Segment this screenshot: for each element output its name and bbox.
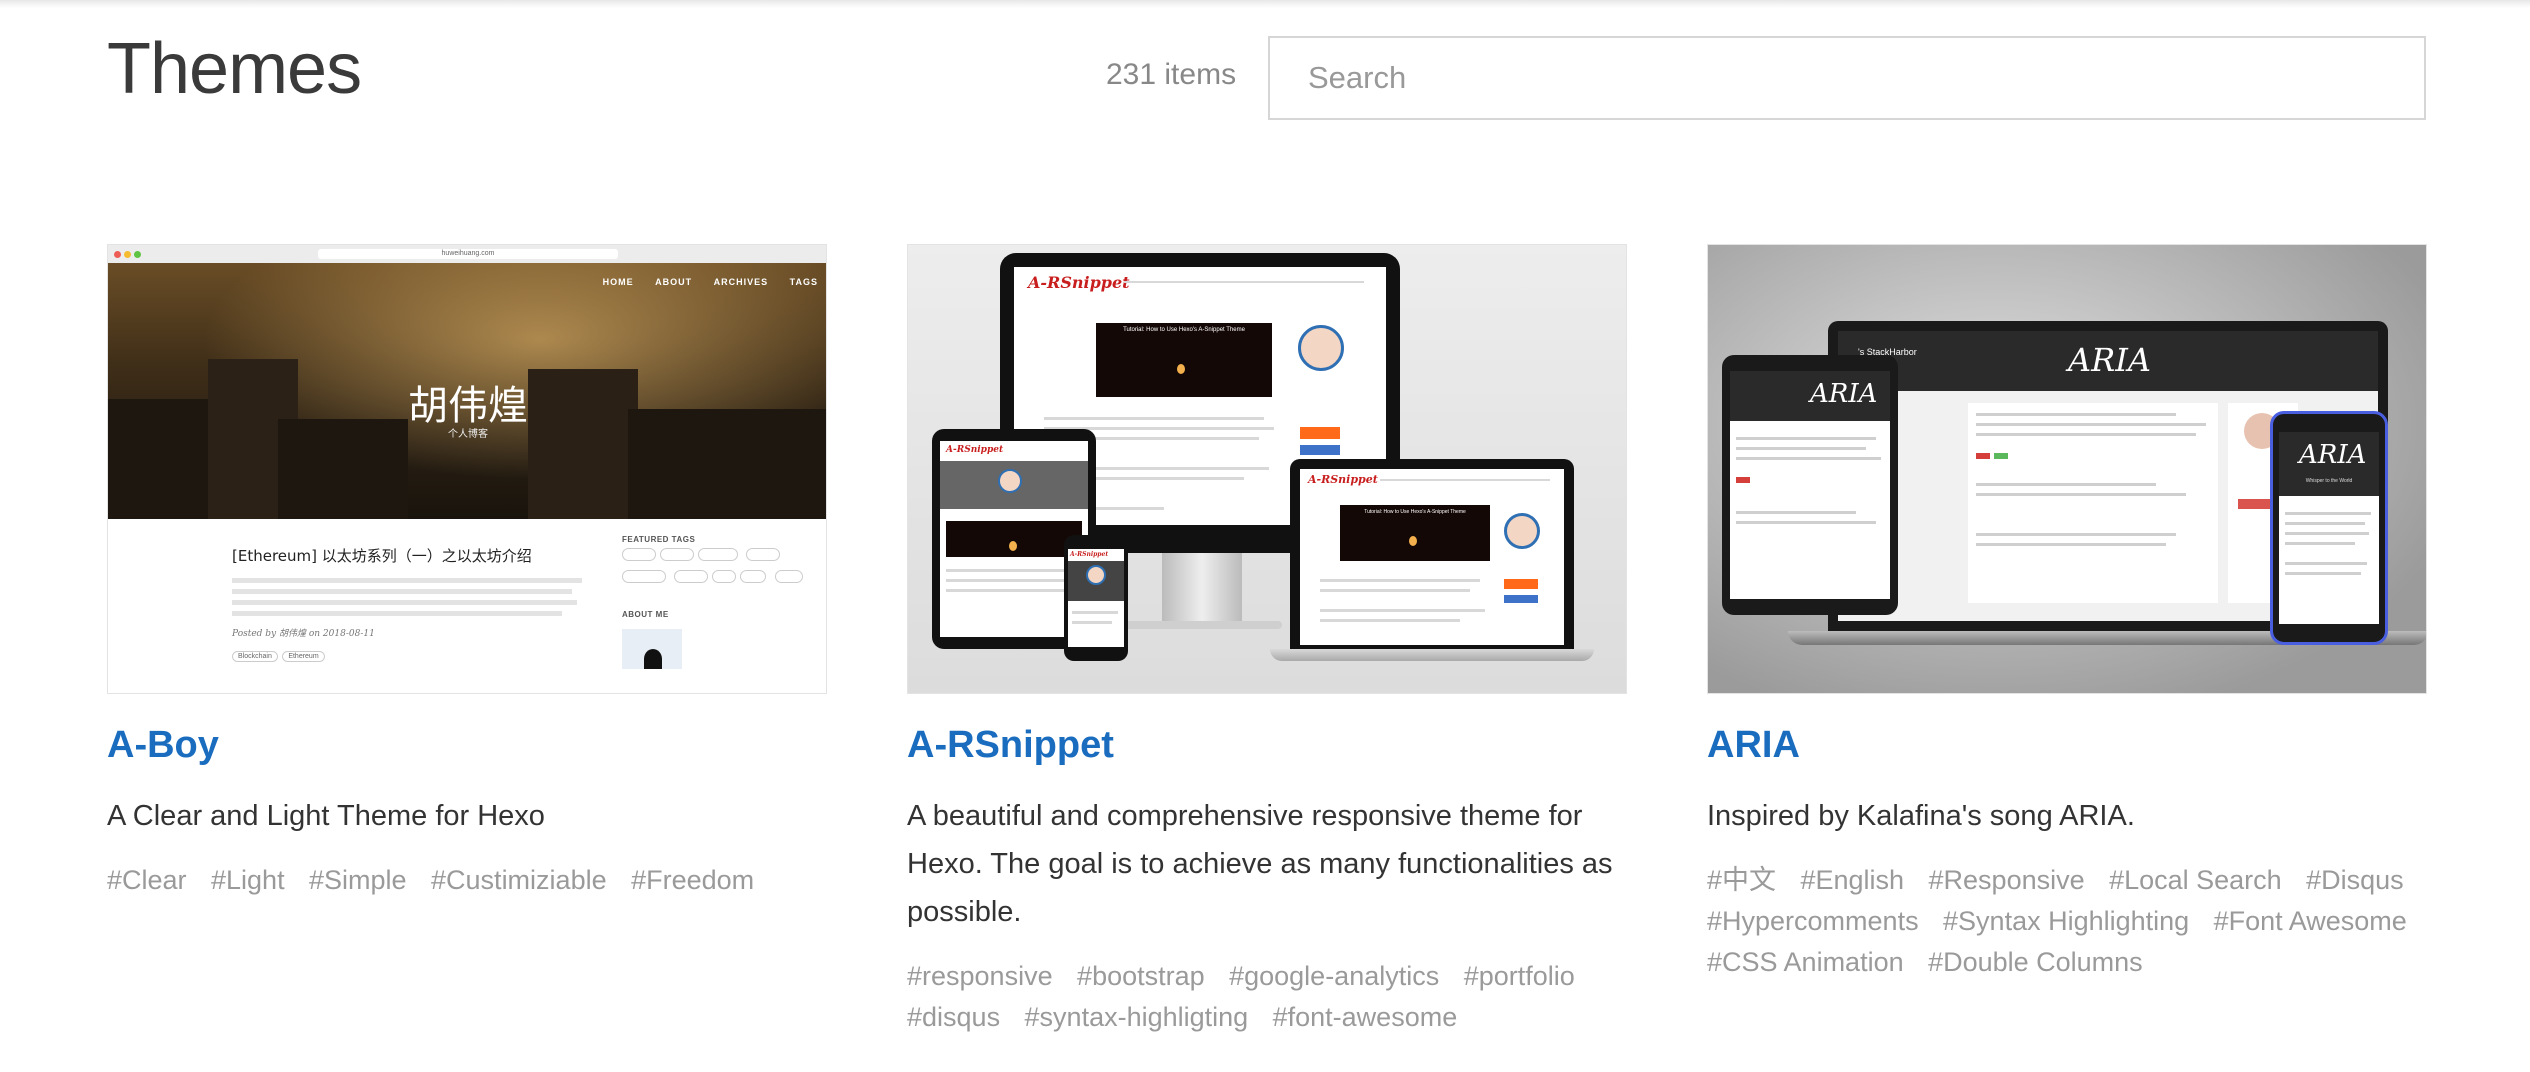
tag[interactable]: #CSS Animation bbox=[1707, 944, 1904, 980]
tag[interactable]: #Local Search bbox=[2109, 862, 2282, 898]
theme-title-link[interactable]: A-RSnippet bbox=[907, 720, 1627, 770]
tag[interactable]: #Freedom bbox=[631, 862, 754, 898]
tag[interactable]: #Double Columns bbox=[1928, 944, 2143, 980]
phone: ARIA Whisper to the World bbox=[2270, 411, 2388, 645]
hero-subtitle: 个人博客 bbox=[448, 429, 488, 440]
tag[interactable]: #Disqus bbox=[2306, 862, 2404, 898]
theme-title-link[interactable]: A-Boy bbox=[107, 720, 827, 770]
tag[interactable]: #bootstrap bbox=[1077, 958, 1205, 994]
preview-post-meta: Posted by 胡伟煌 on 2018-08-11 bbox=[232, 629, 375, 639]
tag[interactable]: #google-analytics bbox=[1229, 958, 1439, 994]
tag[interactable]: #中文 bbox=[1707, 862, 1776, 898]
theme-card-a-boy: huweihuang.com HOME ABOUT ARCHIVES TAGS … bbox=[107, 244, 827, 903]
theme-tags: #中文 #English #Responsive #Local Search #… bbox=[1707, 862, 2427, 985]
tag[interactable]: #portfolio bbox=[1464, 958, 1575, 994]
laptop: A-RSnippet Tutorial: How to Use Hexo's A… bbox=[1290, 459, 1574, 649]
hero-title: 胡伟煌 bbox=[408, 383, 528, 429]
tag[interactable]: #Custimiziable bbox=[431, 862, 607, 898]
tag[interactable]: #Clear bbox=[107, 862, 187, 898]
preview-post: [Ethereum] 以太坊系列（一）之以太坊介绍 Posted by 胡伟煌 … bbox=[232, 545, 592, 663]
theme-card-aria: ARIA 's StackHarbor ARIA ARIA Whisper to… bbox=[1707, 244, 2427, 985]
tag[interactable]: #English bbox=[1800, 862, 1904, 898]
tag[interactable]: #Responsive bbox=[1929, 862, 2085, 898]
theme-preview-aria[interactable]: ARIA 's StackHarbor ARIA ARIA Whisper to… bbox=[1707, 244, 2427, 694]
page-title: Themes bbox=[107, 29, 362, 109]
tag[interactable]: #Simple bbox=[309, 862, 407, 898]
search-input[interactable] bbox=[1268, 36, 2426, 120]
tag[interactable]: #Light bbox=[211, 862, 285, 898]
preview-nav: HOME ABOUT ARCHIVES TAGS bbox=[602, 277, 818, 287]
device-mockup: A-RSnippet Tutorial: How to Use Hexo's A… bbox=[908, 245, 1626, 693]
theme-description: A beautiful and comprehensive responsive… bbox=[907, 800, 1613, 928]
tag[interactable]: #Syntax Highlighting bbox=[1943, 903, 2189, 939]
theme-description: Inspired by Kalafina's song ARIA. bbox=[1707, 800, 2135, 832]
preview-sidebar: FEATURED TAGS ABOUT ME bbox=[622, 535, 822, 669]
avatar bbox=[622, 629, 682, 669]
theme-preview-a-boy[interactable]: huweihuang.com HOME ABOUT ARCHIVES TAGS … bbox=[107, 244, 827, 694]
theme-tags: #responsive #bootstrap #google-analytics… bbox=[907, 958, 1627, 1040]
theme-title-link[interactable]: ARIA bbox=[1707, 720, 2427, 770]
hero-banner: HOME ABOUT ARCHIVES TAGS 胡伟煌 个人博客 bbox=[108, 263, 826, 519]
tag[interactable]: #responsive bbox=[907, 958, 1053, 994]
tablet: ARIA bbox=[1722, 355, 1898, 615]
page-header: Themes 231 items bbox=[0, 0, 2530, 130]
tag[interactable]: #font-awesome bbox=[1273, 999, 1458, 1035]
phone: A-RSnippet bbox=[1064, 535, 1128, 661]
theme-description: A Clear and Light Theme for Hexo bbox=[107, 800, 545, 832]
preview-post-title: [Ethereum] 以太坊系列（一）之以太坊介绍 bbox=[232, 547, 532, 565]
tag[interactable]: #syntax-highligting bbox=[1025, 999, 1249, 1035]
item-count: 231 items bbox=[1106, 58, 1237, 91]
browser-toolbar: huweihuang.com bbox=[108, 245, 826, 264]
theme-card-a-rsnippet: A-RSnippet Tutorial: How to Use Hexo's A… bbox=[907, 244, 1627, 1040]
minimize-dot-icon bbox=[124, 251, 131, 258]
browser-url: huweihuang.com bbox=[318, 249, 618, 259]
theme-preview-a-rsnippet[interactable]: A-RSnippet Tutorial: How to Use Hexo's A… bbox=[907, 244, 1627, 694]
device-mockup: ARIA 's StackHarbor ARIA ARIA Whisper to… bbox=[1708, 245, 2426, 693]
tag[interactable]: #disqus bbox=[907, 999, 1000, 1035]
close-dot-icon bbox=[114, 251, 121, 258]
tag[interactable]: #Hypercomments bbox=[1707, 903, 1919, 939]
theme-tags: #Clear #Light #Simple #Custimiziable #Fr… bbox=[107, 862, 827, 903]
maximize-dot-icon bbox=[134, 251, 141, 258]
tag[interactable]: #Font Awesome bbox=[2214, 903, 2407, 939]
